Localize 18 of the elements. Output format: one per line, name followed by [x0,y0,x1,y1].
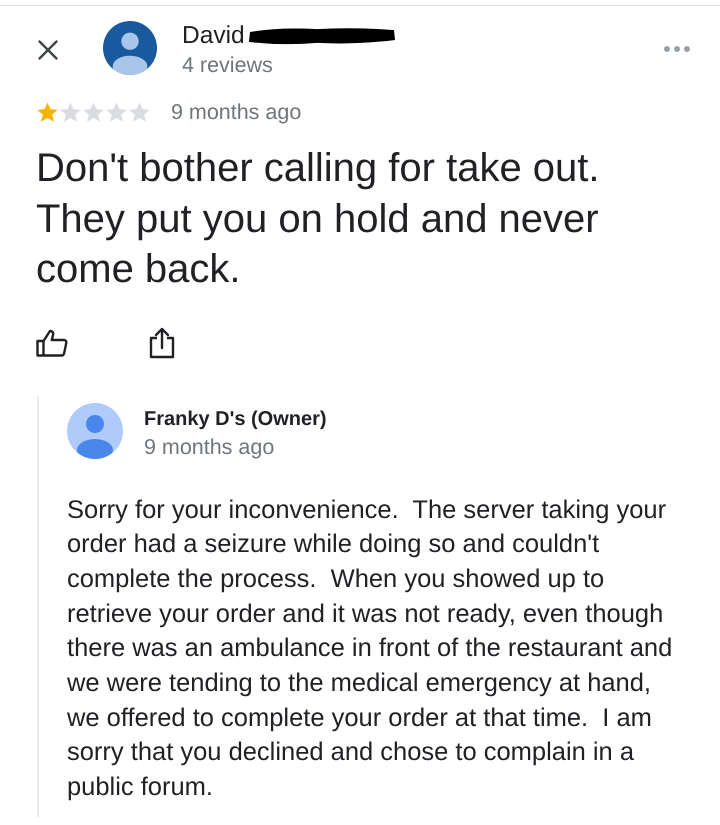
reviewer-name: David [182,22,245,50]
owner-name: Franky D's (Owner) [144,406,327,432]
review-time: 9 months ago [171,99,302,125]
reply-time: 9 months ago [144,434,276,460]
star-icon [59,100,82,124]
more-options-icon[interactable] [664,46,690,52]
share-icon[interactable] [148,326,176,358]
avatar-icon [67,402,123,458]
close-icon[interactable] [38,40,58,60]
thumbs-up-icon[interactable] [36,328,68,356]
star-icon [36,100,59,124]
star-icon [128,100,151,124]
reply-text: Sorry for your inconvenience. The server taking your order had a seizure while doing so and couldn't complete the process. When you showed up to retrieve your order and it was not ready, even though there was an ambulance in front of the restaurant and we were tending to the medical emergency at hand, we offered to complete your order at that time. I am sorry that you declined and chose to complain in a public forum. [67,494,674,804]
review-count: 4 reviews [182,52,274,78]
star-icon [82,100,105,124]
review-text: Don't bother calling for take out. They put you on hold and never come back. [36,145,601,293]
avatar-icon [103,21,157,75]
star-icon [105,100,128,124]
